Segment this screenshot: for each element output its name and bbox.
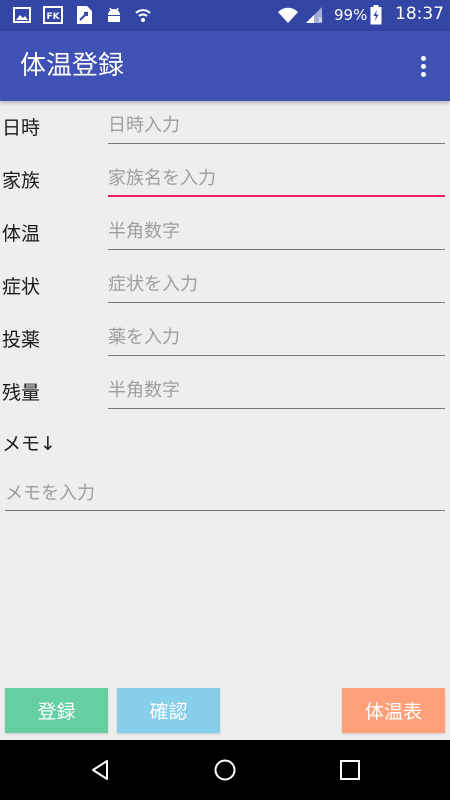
symptom-input[interactable] bbox=[108, 269, 445, 299]
symptom-label: 症状 bbox=[2, 276, 41, 298]
memo-input[interactable] bbox=[5, 478, 445, 508]
datetime-input[interactable] bbox=[108, 110, 445, 140]
datetime-underline bbox=[108, 143, 445, 144]
medication-label: 投薬 bbox=[2, 329, 41, 351]
back-icon[interactable] bbox=[85, 755, 115, 785]
navigation-bar bbox=[0, 740, 450, 800]
battery-percent: 99% bbox=[334, 6, 368, 24]
confirm-button[interactable]: 確認 bbox=[117, 688, 220, 733]
temperature-field[interactable] bbox=[108, 216, 445, 250]
svg-text:x: x bbox=[318, 15, 323, 24]
memo-underline bbox=[5, 510, 445, 511]
family-underline bbox=[108, 195, 445, 197]
recents-icon[interactable] bbox=[335, 755, 365, 785]
fk-app-icon: FK bbox=[43, 5, 63, 25]
status-bar: FK x 99% 18:37 bbox=[0, 0, 450, 31]
datetime-field[interactable] bbox=[108, 110, 445, 144]
battery-icon bbox=[368, 5, 384, 25]
register-button[interactable]: 登録 bbox=[5, 688, 108, 733]
remaining-field[interactable] bbox=[108, 375, 445, 409]
family-label: 家族 bbox=[2, 170, 41, 192]
remaining-label: 残量 bbox=[2, 382, 41, 404]
svg-text:FK: FK bbox=[46, 12, 60, 22]
temperature-label: 体温 bbox=[2, 223, 41, 245]
image-icon bbox=[12, 5, 32, 25]
family-field[interactable] bbox=[108, 163, 445, 197]
temperature-input[interactable] bbox=[108, 216, 445, 246]
remaining-input[interactable] bbox=[108, 375, 445, 405]
signal-icon: x bbox=[302, 5, 324, 25]
memo-field[interactable] bbox=[5, 478, 445, 511]
app-title: 体温登録 bbox=[20, 51, 125, 81]
datetime-label: 日時 bbox=[2, 117, 41, 139]
clock: 18:37 bbox=[395, 4, 444, 24]
memo-label: メモ↓ bbox=[2, 433, 56, 455]
medication-underline bbox=[108, 355, 445, 356]
symptom-field[interactable] bbox=[108, 269, 445, 303]
wifi-calling-icon bbox=[133, 5, 153, 25]
overflow-menu-icon[interactable] bbox=[410, 49, 436, 83]
file-transfer-icon bbox=[74, 5, 94, 25]
medication-input[interactable] bbox=[108, 322, 445, 352]
temperature-table-button[interactable]: 体温表 bbox=[342, 688, 445, 733]
android-icon bbox=[104, 5, 124, 25]
home-icon[interactable] bbox=[210, 755, 240, 785]
temperature-underline bbox=[108, 249, 445, 250]
wifi-icon bbox=[276, 5, 300, 25]
medication-field[interactable] bbox=[108, 322, 445, 356]
app-bar: 体温登録 bbox=[0, 31, 450, 101]
family-input[interactable] bbox=[108, 163, 445, 193]
symptom-underline bbox=[108, 302, 445, 303]
remaining-underline bbox=[108, 408, 445, 409]
